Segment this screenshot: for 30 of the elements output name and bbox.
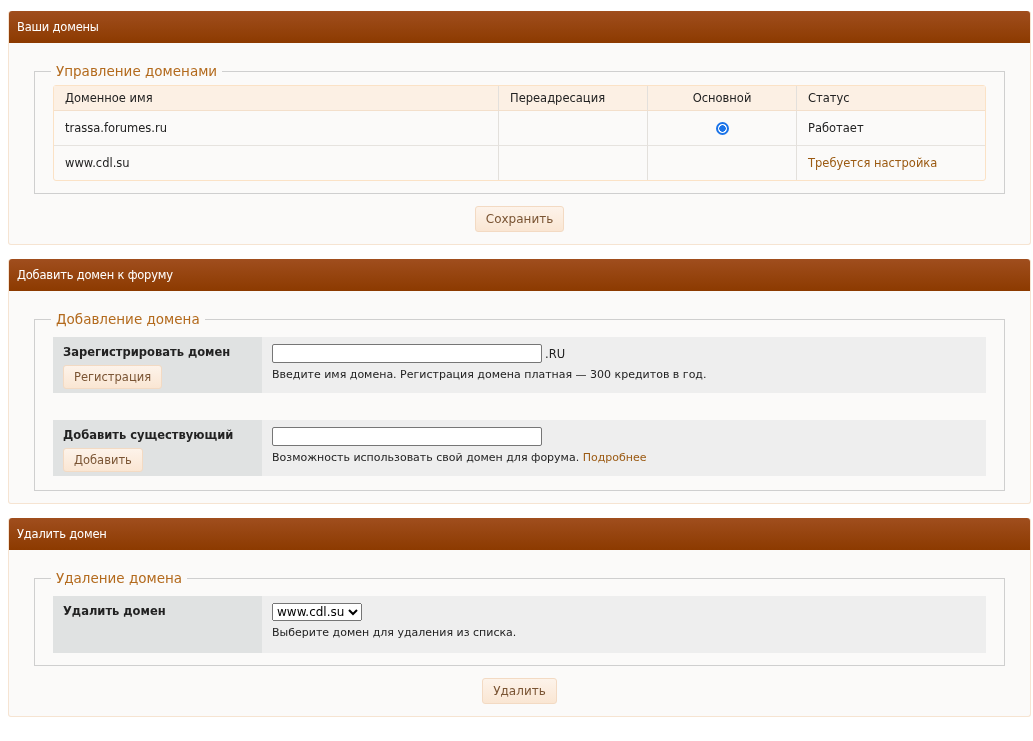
status-cell: Работает bbox=[796, 111, 985, 146]
action-button[interactable]: Регистрация bbox=[63, 365, 163, 389]
hint-text: Выберите домен для удаления из списка. bbox=[272, 626, 518, 639]
fieldset-legend: Управление доменами bbox=[51, 63, 223, 79]
hint-text: Возможность использовать свой домен для форума. Подробнее bbox=[272, 451, 648, 464]
column-header: Статус bbox=[796, 86, 985, 111]
table-cell: trassa.forumes.ru bbox=[54, 111, 498, 146]
status-cell: Требуется настройка bbox=[796, 146, 985, 180]
action-button[interactable]: Добавить bbox=[63, 448, 143, 472]
domain-input-field[interactable] bbox=[272, 344, 542, 363]
domain-input-field[interactable] bbox=[272, 427, 542, 446]
row-label: Добавить существующий bbox=[63, 428, 234, 442]
row-label: Зарегистрировать домен bbox=[63, 345, 231, 359]
domain-select[interactable]: www.cdl.su bbox=[272, 603, 362, 621]
domain-suffix: .RU bbox=[545, 346, 566, 361]
panel-title: Удалить домен bbox=[17, 527, 107, 541]
row-label: Удалить домен bbox=[63, 604, 166, 618]
more-link[interactable]: Подробнее bbox=[582, 451, 647, 464]
column-header: Переадресация bbox=[498, 86, 647, 111]
column-header: Основной bbox=[647, 86, 796, 111]
save-button[interactable]: Сохранить bbox=[474, 206, 565, 232]
primary-radio[interactable] bbox=[715, 122, 729, 135]
table-cell-text: www.cdl.su bbox=[64, 155, 131, 172]
fieldset-legend: Добавление домена bbox=[51, 311, 205, 327]
delete-button[interactable]: Удалить bbox=[482, 678, 557, 704]
panel-title: Добавить домен к форуму bbox=[17, 268, 173, 282]
panel-title: Ваши домены bbox=[17, 20, 99, 34]
fieldset-legend: Удаление домена bbox=[51, 570, 188, 586]
column-header: Доменное имя bbox=[54, 86, 498, 111]
hint-text: Введите имя домена. Регистрация домена платная — 300 кредитов в год. bbox=[272, 368, 708, 381]
